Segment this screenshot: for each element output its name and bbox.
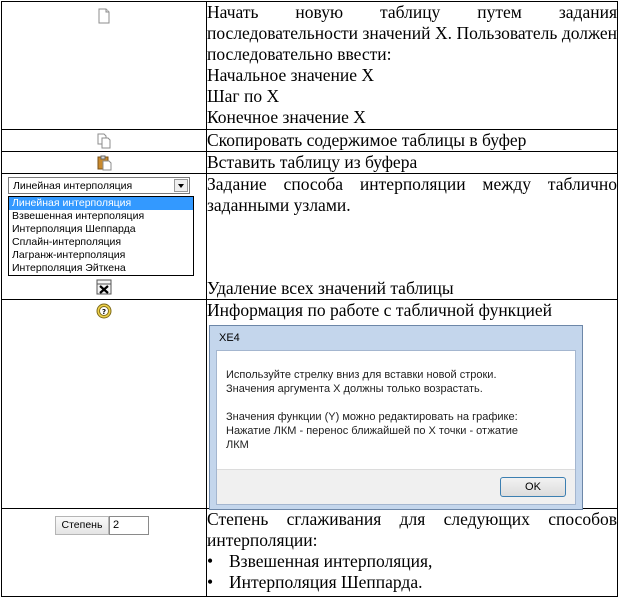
row-new-table: Начать новую таблицу путем задания после… [1, 1, 618, 130]
new-document-icon[interactable] [96, 8, 112, 24]
dialog-footer: OK [217, 469, 575, 504]
row-copy: Скопировать содержимое таблицы в буфер [1, 129, 618, 152]
option-lagrange[interactable]: Лагранж-интерполяция [9, 249, 193, 262]
dialog-body: Используйте стрелку вниз для вставки нов… [216, 350, 576, 505]
list-item: Интерполяция Шеппарда. [207, 572, 617, 593]
degree-list: Взвешенная интерполяция, Интерполяция Ше… [207, 551, 617, 593]
dialog-line: Нажатие ЛКМ - перенос ближайшей по X точ… [226, 425, 518, 437]
dialog-title: XE4 [219, 332, 240, 344]
option-aitken[interactable]: Интерполяция Эйткена [9, 262, 193, 275]
option-spline[interactable]: Сплайн-интерполяция [9, 236, 193, 249]
degree-label: Степень [55, 516, 109, 535]
dialog-line: Значения функции (Y) можно редактировать… [226, 411, 518, 423]
ok-button[interactable]: OK [500, 477, 566, 497]
delete-text: Удаление всех значений таблицы [207, 278, 454, 298]
delete-table-icon[interactable] [96, 279, 112, 295]
end-value-text: Конечное значение X [207, 107, 366, 127]
option-linear[interactable]: Линейная интерполяция [9, 197, 193, 210]
interp-text: Задание способа интерполяции между табли… [207, 174, 617, 215]
dialog-message: Используйте стрелку вниз для вставки нов… [226, 368, 566, 452]
svg-text:?: ? [102, 308, 106, 316]
degree-text: Степень сглаживания для следующих способ… [207, 509, 617, 550]
dialog-line: Используйте стрелку вниз для вставки нов… [226, 369, 497, 381]
interpolation-combo[interactable]: Линейная интерполяция [8, 177, 190, 194]
paste-text: Вставить таблицу из буфера [206, 151, 618, 174]
degree-input[interactable]: 2 [109, 516, 149, 535]
help-icon[interactable]: ? [96, 303, 112, 319]
dialog-line: ЛКМ [226, 439, 249, 451]
option-weighted[interactable]: Взвешенная интерполяция [9, 210, 193, 223]
row-paste: Вставить таблицу из буфера [1, 151, 618, 174]
list-item: Взвешенная интерполяция, [207, 551, 617, 572]
copy-text: Скопировать содержимое таблицы в буфер [206, 129, 618, 152]
step-text: Шаг по X [207, 86, 280, 106]
option-shepard[interactable]: Интерполяция Шеппарда [9, 223, 193, 236]
new-table-description: Начать новую таблицу путем задания после… [206, 1, 618, 130]
new-table-text: Начать новую таблицу путем задания после… [207, 2, 617, 64]
interpolation-dropdown: Линейная интерполяция Взвешенная интерпо… [8, 196, 194, 276]
dialog-line: Значения аргумента X должны только возра… [226, 383, 483, 395]
copy-icon[interactable] [96, 133, 112, 149]
chevron-down-icon[interactable] [174, 179, 188, 192]
icon-cell [1, 1, 207, 130]
paste-icon[interactable] [96, 155, 112, 171]
start-value-text: Начальное значение X [207, 65, 375, 85]
info-dialog: XE4 Используйте стрелку вниз для вставки… [209, 325, 583, 510]
combo-value: Линейная интерполяция [13, 180, 133, 192]
